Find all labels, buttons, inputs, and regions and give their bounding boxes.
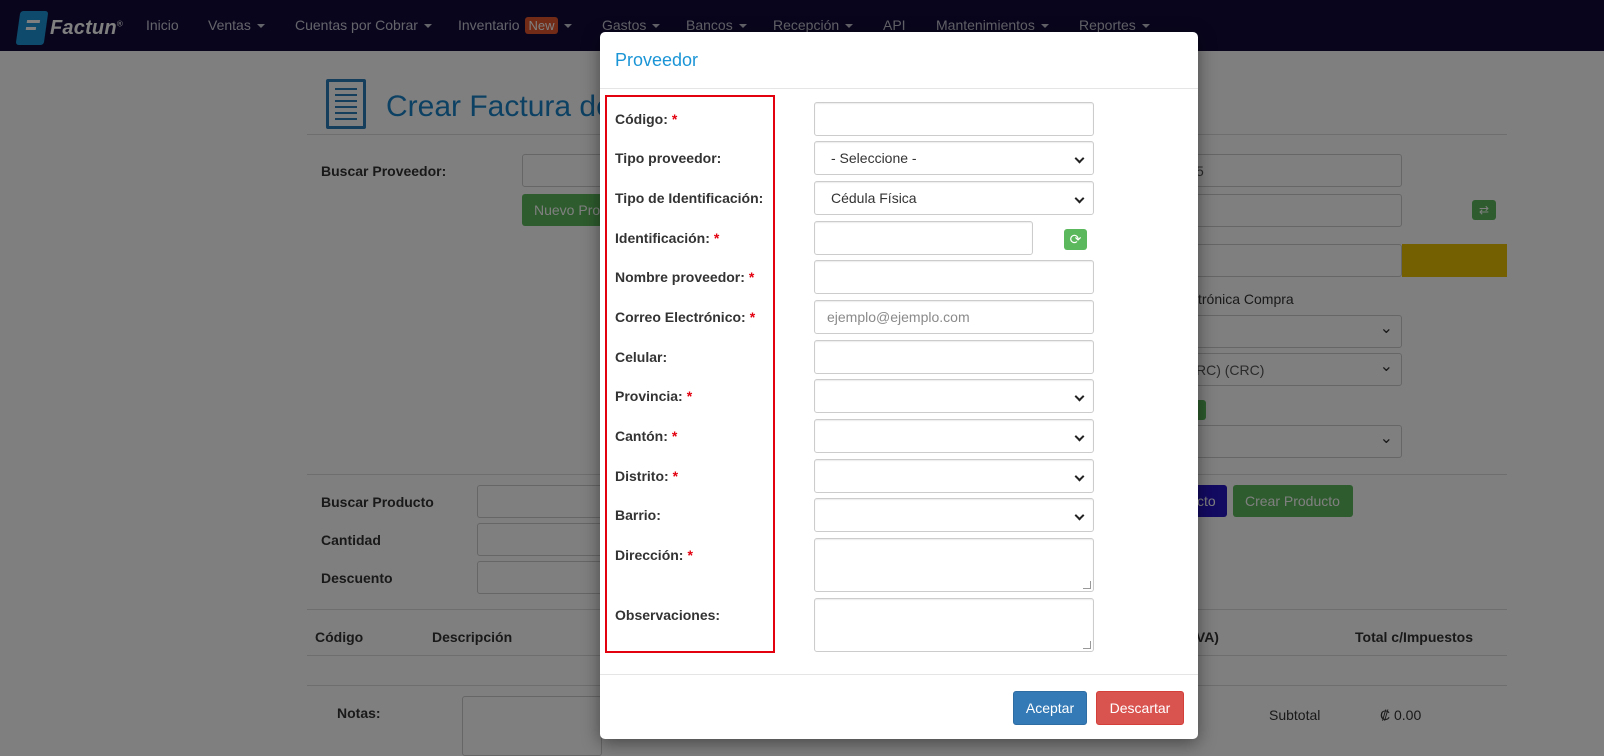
- required-marker: *: [686, 388, 693, 404]
- required-marker: *: [671, 111, 678, 127]
- resize-handle-icon[interactable]: [1083, 581, 1091, 589]
- observaciones-label: Observaciones:: [615, 607, 721, 623]
- refresh-icon[interactable]: ⟳: [1064, 229, 1087, 250]
- identificacion-input[interactable]: [814, 221, 1033, 255]
- descartar-button[interactable]: Descartar: [1096, 691, 1184, 725]
- chevron-down-icon: [1074, 153, 1085, 164]
- proveedor-modal: Proveedor Código: * Tipo proveedor: - Sel…: [600, 32, 1198, 739]
- nombre-proveedor-label: Nombre proveedor: *: [615, 269, 755, 285]
- canton-select[interactable]: [814, 419, 1094, 453]
- required-marker: *: [672, 468, 679, 484]
- direccion-label: Dirección: *: [615, 547, 693, 563]
- celular-label: Celular:: [615, 349, 668, 365]
- tipo-identificacion-select[interactable]: Cédula Física: [814, 181, 1094, 215]
- modal-header: Proveedor: [600, 32, 1198, 89]
- aceptar-button[interactable]: Aceptar: [1013, 691, 1087, 725]
- required-marker: *: [687, 547, 693, 563]
- resize-handle-icon[interactable]: [1083, 641, 1091, 649]
- chevron-down-icon: [1074, 510, 1085, 521]
- direccion-textarea[interactable]: [814, 538, 1094, 592]
- distrito-select[interactable]: [814, 459, 1094, 493]
- tipo-proveedor-label: Tipo proveedor:: [615, 150, 722, 166]
- required-marker: *: [748, 269, 755, 285]
- barrio-select[interactable]: [814, 498, 1094, 532]
- modal-title: Proveedor: [615, 50, 699, 70]
- nombre-proveedor-input[interactable]: [814, 260, 1094, 294]
- provincia-select[interactable]: [814, 379, 1094, 413]
- tipo-proveedor-select[interactable]: - Seleccione -: [814, 141, 1094, 175]
- required-marker: *: [713, 230, 720, 246]
- chevron-down-icon: [1074, 431, 1085, 442]
- labels-highlight-box: [605, 95, 775, 653]
- chevron-down-icon: [1074, 471, 1085, 482]
- chevron-down-icon: [1074, 391, 1085, 402]
- required-marker: *: [671, 428, 678, 444]
- correo-label: Correo Electrónico: *: [615, 309, 756, 325]
- distrito-label: Distrito: *: [615, 468, 679, 484]
- email-field[interactable]: [814, 300, 1094, 334]
- tipo-identificacion-label: Tipo de Identificación:: [615, 190, 764, 206]
- celular-input[interactable]: [814, 340, 1094, 374]
- codigo-label: Código: *: [615, 111, 678, 127]
- identificacion-label: Identificación: *: [615, 230, 720, 246]
- chevron-down-icon: [1074, 193, 1085, 204]
- modal-footer-divider: [600, 674, 1198, 675]
- canton-label: Cantón: *: [615, 428, 678, 444]
- observaciones-textarea[interactable]: [814, 598, 1094, 652]
- codigo-input[interactable]: [814, 102, 1094, 136]
- barrio-label: Barrio:: [615, 507, 661, 523]
- required-marker: *: [749, 309, 756, 325]
- provincia-label: Provincia: *: [615, 388, 693, 404]
